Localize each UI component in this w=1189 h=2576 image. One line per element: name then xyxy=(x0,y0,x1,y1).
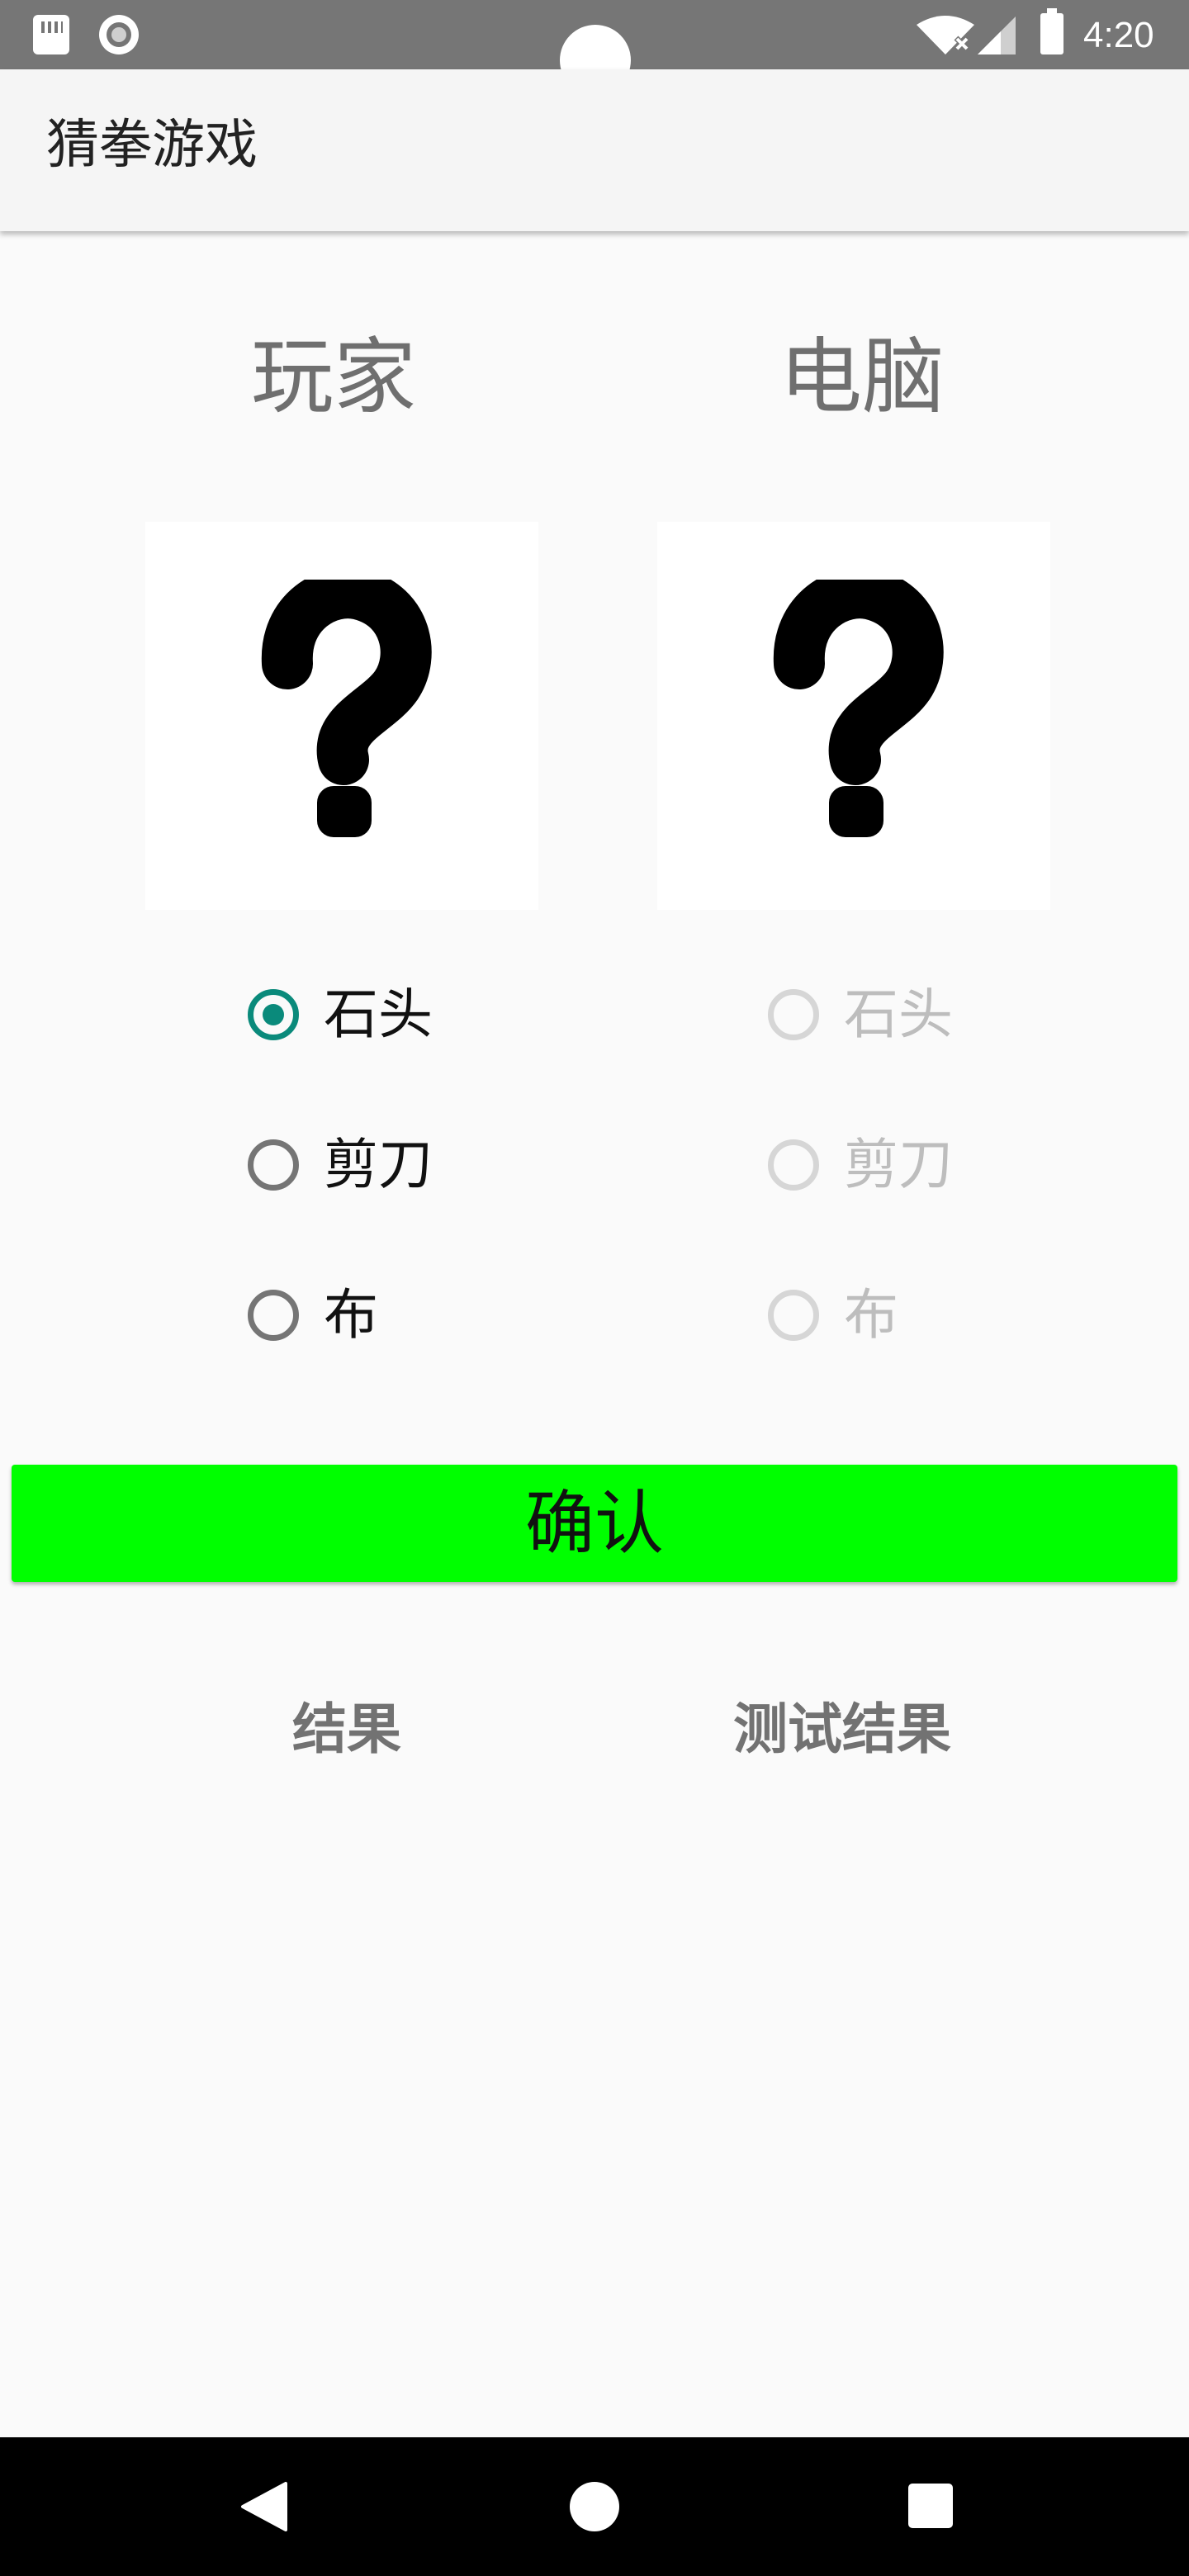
battery-icon xyxy=(1040,8,1063,54)
app-bar: 猜拳游戏 xyxy=(0,69,1189,231)
question-mark-icon xyxy=(261,580,432,837)
player-option-rock[interactable]: 石头 xyxy=(248,978,495,1052)
computer-option-rock: 石头 xyxy=(768,978,1016,1052)
clock: 4:20 xyxy=(1083,15,1154,55)
computer-choice-image xyxy=(657,522,1050,910)
option-label: 布 xyxy=(844,1283,898,1347)
computer-option-paper: 布 xyxy=(768,1278,1016,1352)
player-option-scissors[interactable]: 剪刀 xyxy=(248,1128,495,1202)
record-icon xyxy=(99,15,139,54)
wifi-icon xyxy=(917,16,974,54)
computer-option-scissors: 剪刀 xyxy=(768,1128,1016,1202)
signal-icon xyxy=(978,17,1016,54)
option-label: 剪刀 xyxy=(844,1133,953,1196)
home-icon[interactable] xyxy=(570,2482,619,2531)
question-mark-icon xyxy=(773,580,944,837)
radio-disabled-icon xyxy=(768,1290,819,1341)
back-icon[interactable] xyxy=(239,2480,289,2533)
result-label: 结果 xyxy=(292,1698,401,1761)
radio-checked-icon[interactable] xyxy=(248,989,299,1040)
radio-disabled-icon xyxy=(768,1139,819,1191)
option-label: 石头 xyxy=(324,983,433,1046)
confirm-button[interactable]: 确认 xyxy=(12,1465,1177,1582)
computer-header: 电脑 xyxy=(779,329,945,425)
navigation-bar xyxy=(0,2437,1189,2576)
sd-card-icon xyxy=(33,15,69,54)
option-label: 剪刀 xyxy=(324,1133,433,1196)
radio-disabled-icon xyxy=(768,989,819,1040)
player-option-paper[interactable]: 布 xyxy=(248,1278,495,1352)
app-title: 猜拳游戏 xyxy=(46,115,258,176)
recents-icon[interactable] xyxy=(908,2484,953,2528)
player-choice-image xyxy=(145,522,538,910)
test-result-label: 测试结果 xyxy=(733,1698,951,1761)
option-label: 石头 xyxy=(844,983,953,1046)
radio-unchecked-icon[interactable] xyxy=(248,1290,299,1341)
option-label: 布 xyxy=(324,1283,378,1347)
player-header: 玩家 xyxy=(251,329,416,425)
radio-unchecked-icon[interactable] xyxy=(248,1139,299,1191)
